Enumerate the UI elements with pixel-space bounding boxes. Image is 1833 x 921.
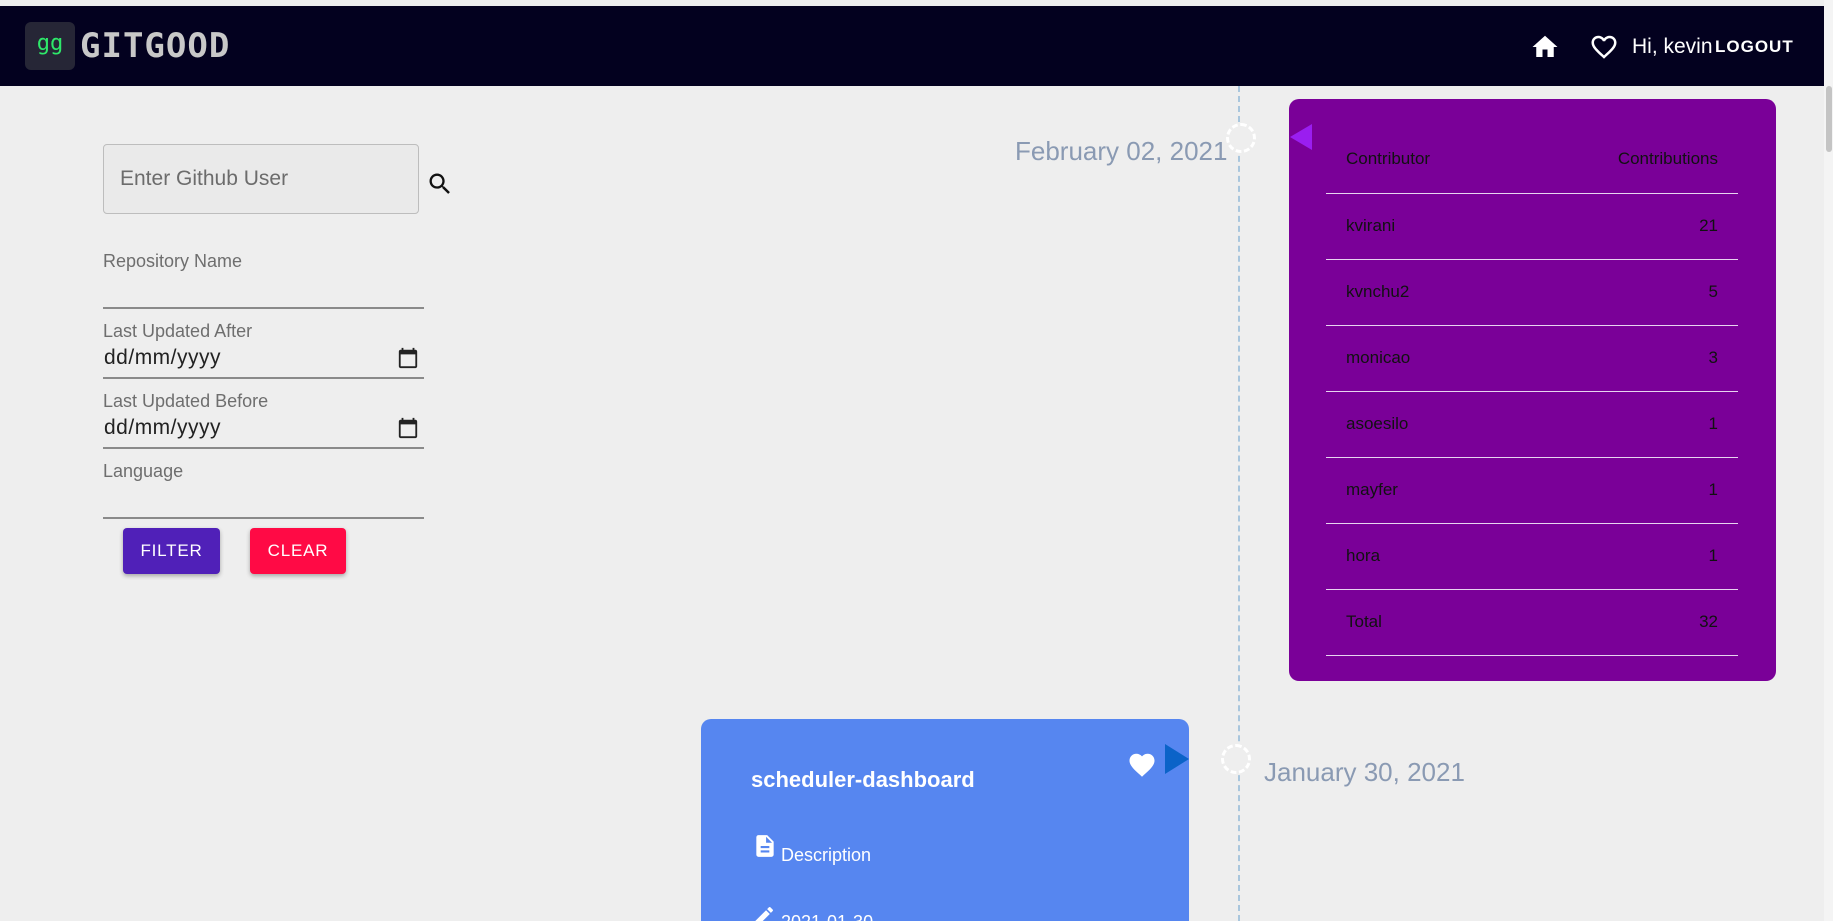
table-divider [1326, 457, 1738, 458]
repo-name[interactable]: scheduler-dashboard [751, 766, 975, 794]
filter-button[interactable]: FILTER [123, 528, 220, 574]
home-icon[interactable] [1530, 32, 1560, 62]
last-updated-after-field[interactable]: dd/mm/yyyy [104, 345, 221, 371]
contributor-name: mayfer [1346, 480, 1398, 499]
logo-text[interactable]: GITGOOD [80, 26, 230, 66]
timeline-dot [1221, 744, 1251, 774]
table-header-contributions: Contributions [1617, 149, 1718, 168]
app-window: gg GITGOOD Hi, kevin LOGOUT Repository N… [0, 0, 1833, 921]
contribution-count: 21 [1699, 216, 1718, 235]
contributor-name: hora [1346, 546, 1381, 565]
table-divider [1326, 589, 1738, 590]
calendar-icon[interactable] [397, 417, 419, 439]
github-user-search-input[interactable] [103, 144, 419, 214]
clear-button[interactable]: CLEAR [250, 528, 346, 574]
pencil-icon [755, 906, 774, 921]
search-icon[interactable] [426, 170, 454, 198]
logo-mark[interactable]: gg [25, 22, 75, 70]
contribution-count: 1 [1708, 414, 1718, 433]
repo-card[interactable] [701, 719, 1189, 921]
contributor-name: kvirani [1346, 216, 1396, 235]
table-divider [1326, 523, 1738, 524]
timeline-date: January 30, 2021 [1264, 757, 1465, 787]
page-viewport: gg GITGOOD Hi, kevin LOGOUT Repository N… [0, 0, 1824, 921]
card-pointer [1165, 744, 1189, 774]
logout-button[interactable]: LOGOUT [1715, 36, 1794, 58]
heart-outline-icon[interactable] [1589, 32, 1619, 62]
total-count: 32 [1699, 612, 1718, 631]
repository-name-field[interactable] [103, 307, 424, 309]
table-divider [1326, 325, 1738, 326]
table-divider [1326, 259, 1738, 260]
top-navbar: gg GITGOOD Hi, kevin LOGOUT [0, 6, 1824, 86]
contributor-name: asoesilo [1346, 414, 1409, 433]
table-header-contributor: Contributor [1346, 149, 1431, 168]
timeline-line [1238, 86, 1240, 921]
user-greeting: Hi, kevin [1632, 35, 1713, 58]
contributor-name: kvnchu2 [1346, 282, 1410, 301]
repo-description: Description [781, 845, 872, 865]
table-divider [1326, 391, 1738, 392]
timeline-dot [1226, 123, 1256, 153]
scrollbar-thumb[interactable] [1826, 86, 1832, 152]
contribution-count: 1 [1708, 546, 1718, 565]
heart-icon[interactable] [1127, 750, 1157, 780]
last-updated-before-field[interactable]: dd/mm/yyyy [104, 415, 221, 441]
language-label: Language [103, 461, 184, 481]
calendar-icon[interactable] [397, 347, 419, 369]
repository-name-label: Repository Name [103, 251, 243, 271]
total-label: Total [1346, 612, 1382, 631]
last-updated-after-label: Last Updated After [103, 321, 253, 341]
repo-updated-date: 2021-01-30 [781, 910, 873, 921]
contributors-card [1289, 99, 1776, 681]
last-updated-before-underline [103, 447, 424, 449]
table-divider [1326, 655, 1738, 656]
contribution-count: 1 [1708, 480, 1718, 499]
language-field[interactable] [103, 517, 424, 519]
last-updated-before-label: Last Updated Before [103, 391, 269, 411]
contribution-count: 3 [1708, 348, 1718, 367]
card-pointer [1290, 124, 1312, 150]
contribution-count: 5 [1708, 282, 1718, 301]
last-updated-after-underline [103, 377, 424, 379]
document-icon [756, 835, 774, 857]
timeline-date: February 02, 2021 [1015, 136, 1228, 166]
table-divider [1326, 193, 1738, 194]
contributor-name: monicao [1346, 348, 1411, 367]
